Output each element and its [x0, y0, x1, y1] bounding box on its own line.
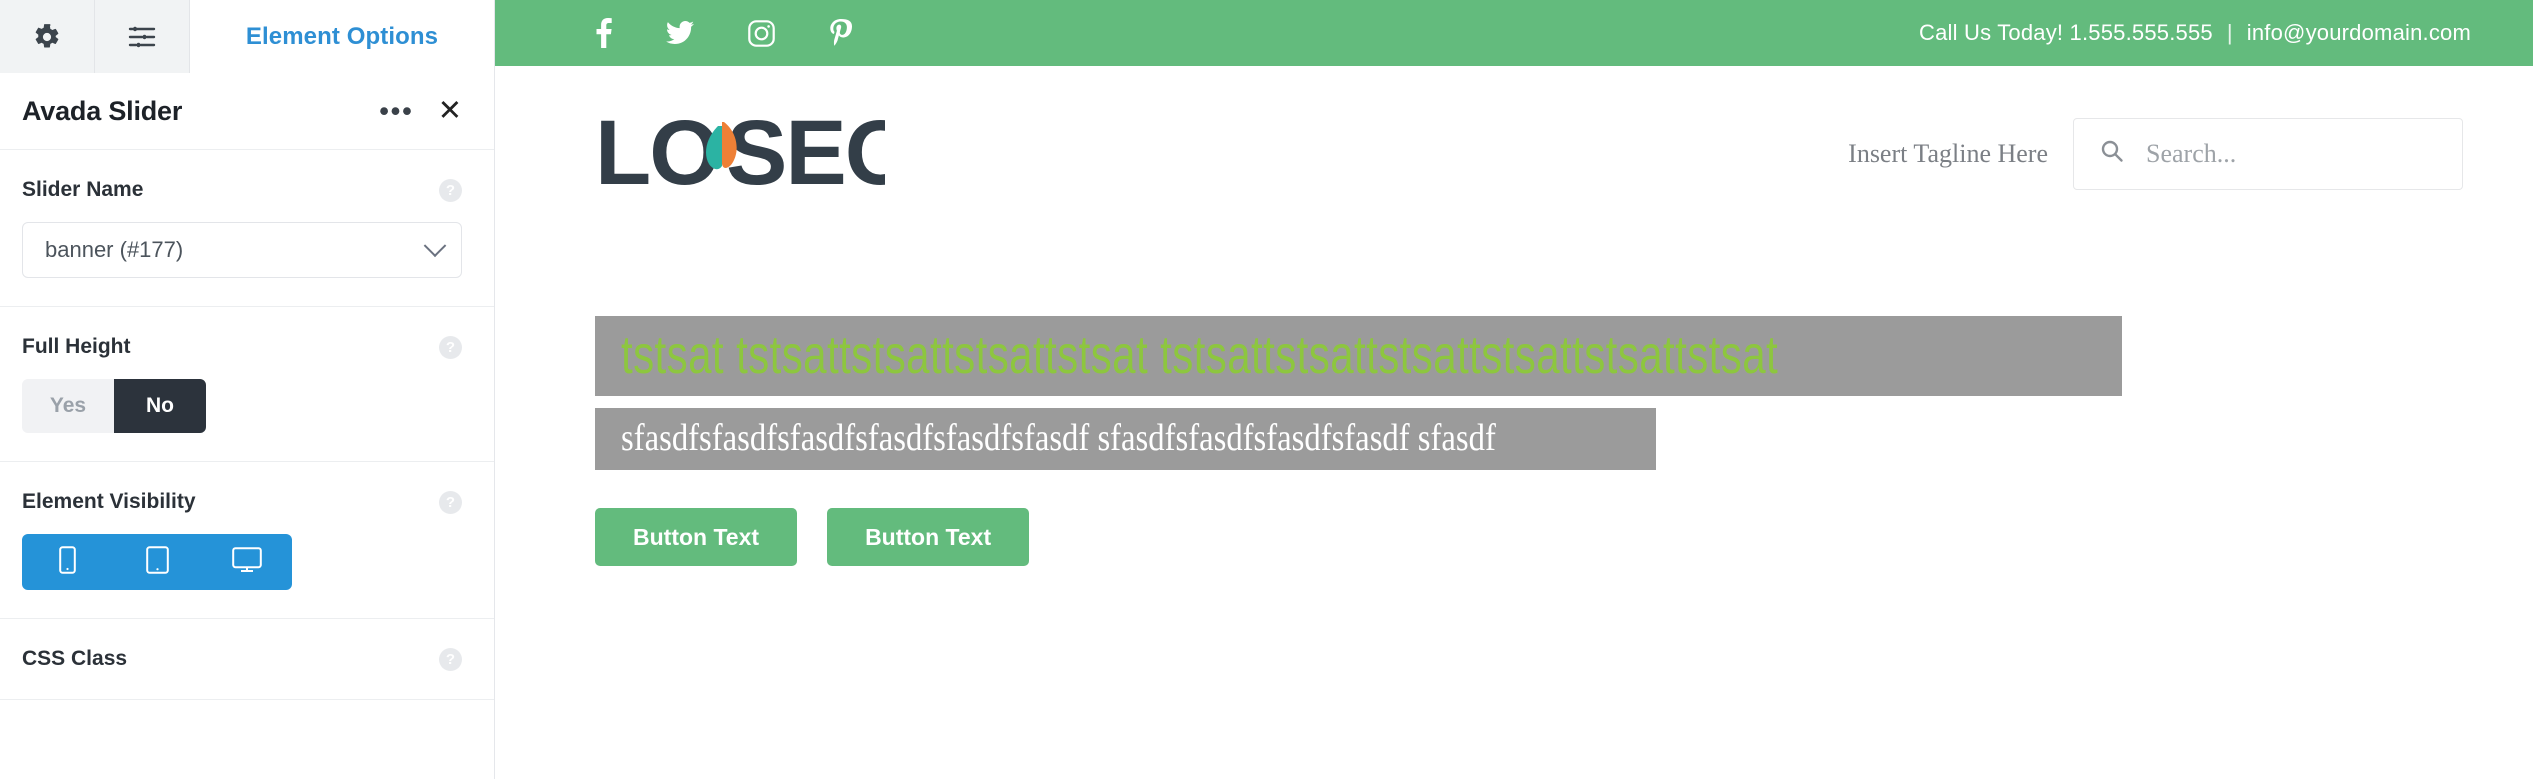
site-logo[interactable]: LO SEO [595, 108, 1848, 200]
close-icon[interactable]: ✕ [438, 96, 462, 126]
slider-heading: tstsat tstsattstsattstsattstsat tstsatts… [621, 325, 1779, 385]
help-icon[interactable]: ? [439, 335, 462, 359]
css-class-label: CSS Class [22, 647, 128, 670]
tab-element-options[interactable]: Element Options [190, 0, 494, 73]
sidebar-tabbar: Element Options [0, 0, 494, 73]
slider-name-select[interactable]: banner (#177) [22, 222, 462, 278]
field-full-height: Full Height ? Yes No [0, 307, 494, 462]
slider-subheading-band: sfasdfsfasdfsfasdfsfasdfsfasdfsfasdf sfa… [595, 408, 1657, 470]
gear-icon [33, 23, 61, 51]
slider-buttons: Button Text Button Text [595, 508, 2533, 566]
avada-slider-preview: tstsat tstsattstsattstsattstsat tstsatts… [495, 241, 2533, 779]
visibility-mobile-button[interactable] [37, 534, 97, 590]
field-label-row: CSS Class ? [22, 647, 462, 671]
sliders-icon [127, 24, 157, 50]
tagline: Insert Tagline Here [1848, 138, 2048, 168]
more-options-icon[interactable]: ••• [371, 94, 421, 129]
contact-info: Call Us Today! 1.555.555.555 | info@your… [1919, 20, 2471, 46]
tab-element-settings[interactable] [95, 0, 190, 73]
search-box[interactable]: Search... [2073, 117, 2463, 190]
field-css-class: CSS Class ? [0, 619, 494, 700]
page-preview: Call Us Today! 1.555.555.555 | info@your… [495, 0, 2533, 779]
contact-separator: | [2226, 20, 2233, 45]
help-icon[interactable]: ? [439, 490, 462, 514]
full-height-option-no[interactable]: No [114, 379, 206, 433]
site-header: LO SEO Insert Tagline Here Search... [495, 66, 2533, 241]
site-topbar: Call Us Today! 1.555.555.555 | info@your… [495, 0, 2533, 66]
full-height-label: Full Height [22, 335, 131, 358]
search-placeholder: Search... [2146, 138, 2237, 168]
pinterest-icon[interactable] [829, 18, 852, 48]
element-visibility-group [22, 534, 292, 590]
call-us-text: Call Us Today! 1.555.555.555 [1919, 20, 2213, 45]
visibility-tablet-button[interactable] [127, 534, 187, 590]
facebook-icon[interactable] [595, 18, 612, 48]
tablet-icon [145, 545, 169, 579]
slider-name-value: banner (#177) [45, 237, 184, 262]
element-visibility-label: Element Visibility [22, 490, 196, 513]
search-icon [2100, 139, 2124, 168]
twitter-icon[interactable] [666, 21, 694, 45]
chevron-down-icon [423, 234, 447, 258]
panel-header: Avada Slider ••• ✕ [0, 73, 494, 150]
field-slider-name: Slider Name ? banner (#177) [0, 150, 494, 307]
visibility-desktop-button[interactable] [217, 534, 277, 590]
loyseo-logo-icon: LO SEO [595, 108, 885, 200]
help-icon[interactable]: ? [439, 178, 462, 202]
contact-email[interactable]: info@yourdomain.com [2247, 20, 2471, 46]
slider-name-label: Slider Name [22, 178, 144, 201]
field-label-row: Full Height ? [22, 335, 462, 359]
desktop-icon [232, 546, 262, 578]
slider-button-1[interactable]: Button Text [595, 508, 798, 566]
svg-text:SEO: SEO [726, 108, 885, 200]
field-element-visibility: Element Visibility ? [0, 462, 494, 619]
social-links [595, 18, 1919, 48]
mobile-icon [58, 545, 76, 579]
instagram-icon[interactable] [748, 19, 775, 47]
slider-subheading: sfasdfsfasdfsfasdfsfasdfsfasdfsfasdf sfa… [621, 417, 1496, 459]
tab-global-settings[interactable] [0, 0, 95, 73]
full-height-toggle: Yes No [22, 379, 206, 433]
field-label-row: Element Visibility ? [22, 490, 462, 514]
app-root: Element Options Avada Slider ••• ✕ Slide… [0, 0, 2533, 779]
slider-button-2[interactable]: Button Text [827, 508, 1030, 566]
field-label-row: Slider Name ? [22, 178, 462, 202]
help-icon[interactable]: ? [439, 647, 462, 671]
element-options-sidebar: Element Options Avada Slider ••• ✕ Slide… [0, 0, 495, 779]
svg-text:LO: LO [595, 108, 719, 200]
slider-heading-band: tstsat tstsattstsattstsattstsat tstsatts… [595, 316, 2123, 396]
full-height-option-yes[interactable]: Yes [22, 379, 114, 433]
panel-title: Avada Slider [22, 95, 183, 126]
slider-subheading-wrap: sfasdfsfasdfsfasdfsfasdfsfasdfsfasdf sfa… [595, 408, 2533, 470]
